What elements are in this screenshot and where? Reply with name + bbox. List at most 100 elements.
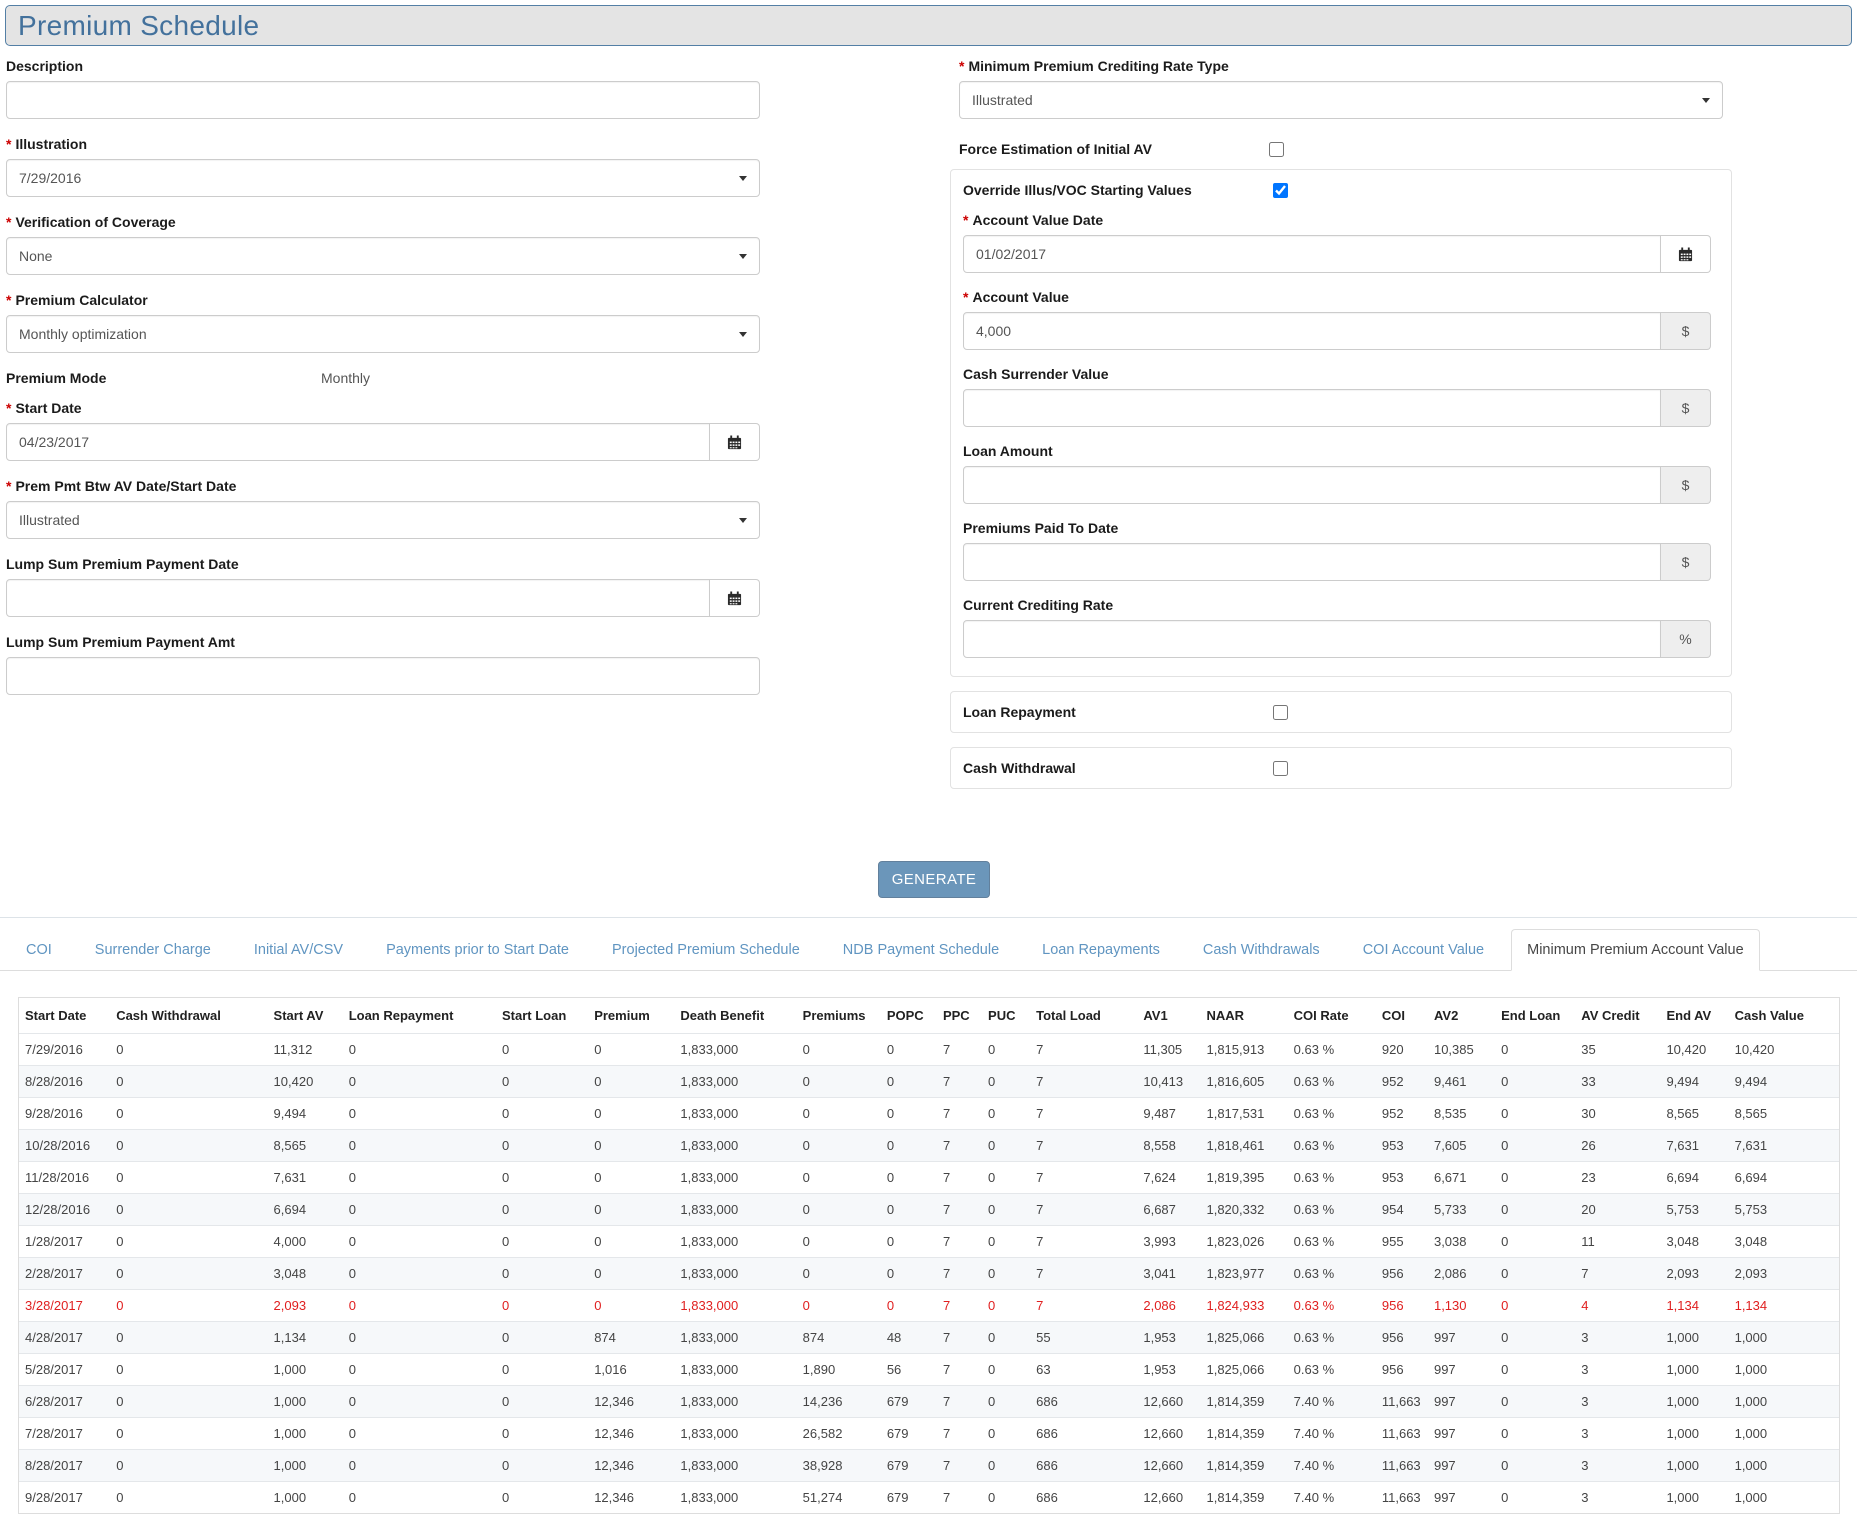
loan-repayment-checkbox[interactable] <box>1273 705 1288 720</box>
calendar-icon[interactable] <box>1661 235 1711 273</box>
generate-button[interactable]: GENERATE <box>878 861 990 898</box>
table-cell: 0 <box>588 1066 674 1098</box>
table-cell: 2,086 <box>1428 1258 1495 1290</box>
table-cell: 953 <box>1376 1162 1428 1194</box>
table-cell: 0 <box>110 1290 267 1322</box>
illustration-select[interactable]: 7/29/2016 <box>6 159 760 197</box>
premiums-paid-to-date-input[interactable] <box>963 543 1661 581</box>
table-header-row: Start DateCash WithdrawalStart AVLoan Re… <box>19 998 1839 1034</box>
loan-amount-input[interactable] <box>963 466 1661 504</box>
page-header: Premium Schedule <box>5 5 1852 46</box>
table-cell: 874 <box>588 1322 674 1354</box>
table-cell: 1,000 <box>1729 1322 1839 1354</box>
description-input[interactable] <box>6 81 760 119</box>
current-crediting-rate-input[interactable] <box>963 620 1661 658</box>
table-cell: 3 <box>1575 1322 1660 1354</box>
premium-mode-value: Monthly <box>321 370 370 386</box>
table-cell: 1,000 <box>268 1354 343 1386</box>
table-cell: 0 <box>343 1386 496 1418</box>
table-cell: 0.63 % <box>1288 1258 1376 1290</box>
table-cell: 0 <box>881 1290 937 1322</box>
lump-sum-date-label: Lump Sum Premium Payment Date <box>6 556 760 572</box>
prem-pmt-btw-select[interactable]: Illustrated <box>6 501 760 539</box>
table-cell: 1,000 <box>1660 1354 1728 1386</box>
table-cell: 0 <box>110 1322 267 1354</box>
table-cell: 1,833,000 <box>674 1418 796 1450</box>
table-cell: 0 <box>343 1354 496 1386</box>
table-cell: 0 <box>110 1354 267 1386</box>
required-marker: * <box>6 478 11 494</box>
table-cell: 7 <box>937 1386 982 1418</box>
table-cell: 2,086 <box>1137 1290 1200 1322</box>
tab-coi-account-value[interactable]: COI Account Value <box>1347 929 1500 971</box>
table-cell: 0 <box>496 1130 588 1162</box>
table-cell: 0 <box>797 1290 881 1322</box>
start-date-input[interactable] <box>6 423 710 461</box>
table-cell: 1,833,000 <box>674 1354 796 1386</box>
table-cell: 33 <box>1575 1066 1660 1098</box>
table-cell: 11/28/2016 <box>19 1162 110 1194</box>
tab-ndb-payment-schedule[interactable]: NDB Payment Schedule <box>827 929 1015 971</box>
table-cell: 2,093 <box>1660 1258 1728 1290</box>
tab-projected-premium-schedule[interactable]: Projected Premium Schedule <box>596 929 816 971</box>
table-cell: 63 <box>1030 1354 1137 1386</box>
table-cell: 26 <box>1575 1130 1660 1162</box>
lump-sum-amt-input[interactable] <box>6 657 760 695</box>
table-cell: 0 <box>1495 1226 1575 1258</box>
tab-cash-withdrawals[interactable]: Cash Withdrawals <box>1187 929 1336 971</box>
account-value-input[interactable] <box>963 312 1661 350</box>
table-cell: 997 <box>1428 1354 1495 1386</box>
table-cell: 0 <box>982 1098 1030 1130</box>
table-cell: 956 <box>1376 1290 1428 1322</box>
table-cell: 14,236 <box>797 1386 881 1418</box>
verification-of-coverage-select[interactable]: None <box>6 237 760 275</box>
account-value-date-input[interactable] <box>963 235 1661 273</box>
tab-coi[interactable]: COI <box>10 929 68 971</box>
tab-loan-repayments[interactable]: Loan Repayments <box>1026 929 1176 971</box>
table-cell: 7 <box>1030 1098 1137 1130</box>
table-cell: 9/28/2016 <box>19 1098 110 1130</box>
cash-surrender-value-label: Cash Surrender Value <box>963 366 1711 382</box>
table-cell: 10,385 <box>1428 1034 1495 1066</box>
table-cell: 7/29/2016 <box>19 1034 110 1066</box>
table-cell: 0 <box>1495 1130 1575 1162</box>
column-header: Death Benefit <box>674 998 796 1034</box>
table-row: 1/28/201704,0000001,833,000007073,9931,8… <box>19 1226 1839 1258</box>
table-cell: 0 <box>110 1162 267 1194</box>
illustration-label: *Illustration <box>6 136 760 152</box>
table-cell: 0.63 % <box>1288 1066 1376 1098</box>
lump-sum-date-input[interactable] <box>6 579 710 617</box>
table-cell: 1,134 <box>1660 1290 1728 1322</box>
cash-withdrawal-checkbox[interactable] <box>1273 761 1288 776</box>
table-cell: 0 <box>1495 1482 1575 1514</box>
tab-payments-prior-to-start-date[interactable]: Payments prior to Start Date <box>370 929 585 971</box>
cash-surrender-value-input[interactable] <box>963 389 1661 427</box>
table-cell: 0 <box>343 1194 496 1226</box>
override-starting-values-checkbox[interactable] <box>1273 183 1288 198</box>
tab-minimum-premium-account-value[interactable]: Minimum Premium Account Value <box>1511 929 1760 971</box>
calendar-icon[interactable] <box>710 423 760 461</box>
min-premium-crediting-rate-type-select[interactable]: Illustrated <box>959 81 1723 119</box>
field-current-crediting-rate: Current Crediting Rate % <box>963 597 1711 658</box>
force-estimation-checkbox[interactable] <box>1269 142 1284 157</box>
table-cell: 0 <box>110 1098 267 1130</box>
premium-calculator-select[interactable]: Monthly optimization <box>6 315 760 353</box>
table-row: 8/28/2016010,4200001,833,0000070710,4131… <box>19 1066 1839 1098</box>
tab-surrender-charge[interactable]: Surrender Charge <box>79 929 227 971</box>
table-cell: 0 <box>496 1034 588 1066</box>
table-cell: 5,753 <box>1660 1194 1728 1226</box>
table-cell: 0 <box>881 1194 937 1226</box>
table-cell: 10/28/2016 <box>19 1130 110 1162</box>
table-cell: 2,093 <box>1729 1258 1839 1290</box>
table-cell: 0 <box>881 1098 937 1130</box>
table-cell: 30 <box>1575 1098 1660 1130</box>
table-cell: 1,000 <box>268 1386 343 1418</box>
table-cell: 0 <box>881 1162 937 1194</box>
column-header: Total Load <box>1030 998 1137 1034</box>
table-cell: 0 <box>496 1194 588 1226</box>
calendar-icon[interactable] <box>710 579 760 617</box>
table-cell: 3,993 <box>1137 1226 1200 1258</box>
tab-initial-av-csv[interactable]: Initial AV/CSV <box>238 929 359 971</box>
table-cell: 956 <box>1376 1258 1428 1290</box>
start-date-label: *Start Date <box>6 400 760 416</box>
